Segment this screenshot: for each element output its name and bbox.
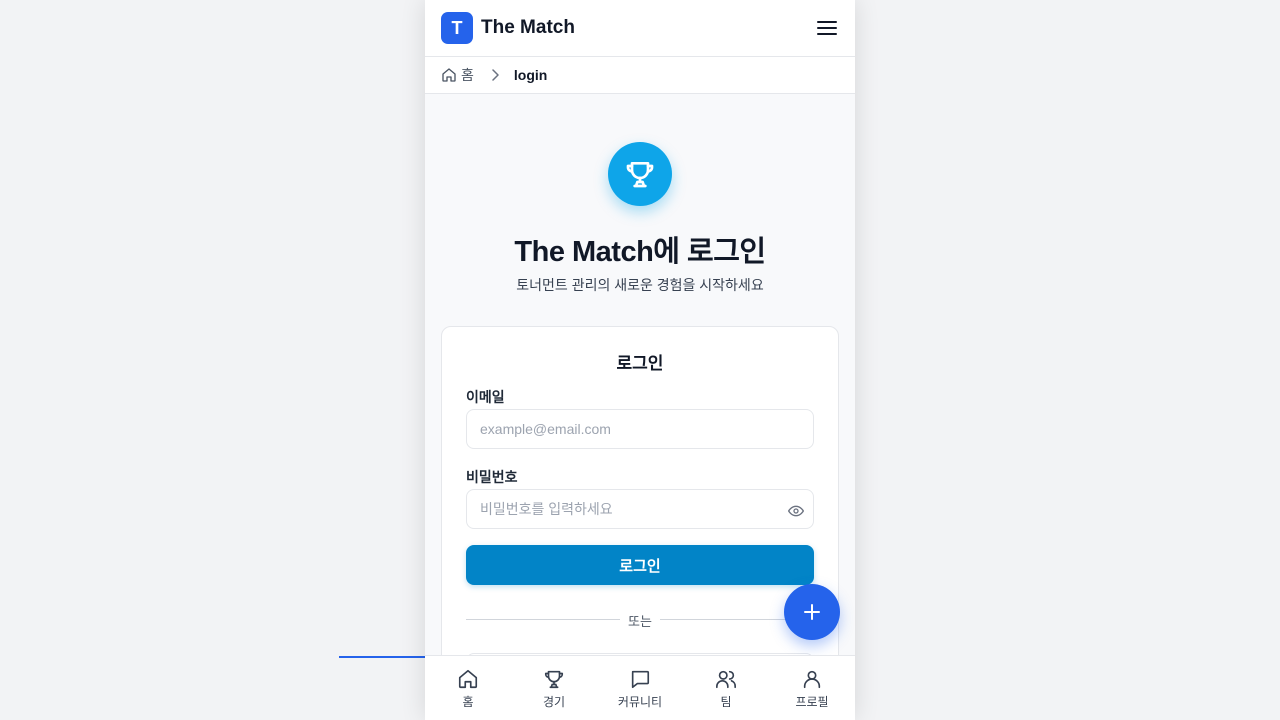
app-name: The Match bbox=[481, 17, 575, 38]
brand[interactable]: T The Match bbox=[441, 12, 575, 44]
page-subtitle: 토너먼트 관리의 새로운 경험을 시작하세요 bbox=[516, 277, 764, 293]
login-card-title: 로그인 bbox=[616, 354, 664, 373]
password-label: 비밀번호 bbox=[466, 469, 518, 485]
eye-icon bbox=[788, 505, 804, 517]
divider-text: 또는 bbox=[628, 614, 652, 629]
top-app-bar: T The Match bbox=[425, 0, 855, 57]
focus-underline bbox=[339, 656, 429, 658]
nav-item-community[interactable]: 커뮤니티 bbox=[597, 656, 683, 720]
home-icon bbox=[442, 68, 456, 82]
menu-button[interactable] bbox=[815, 16, 839, 40]
nav-label: 커뮤니티 bbox=[617, 695, 663, 709]
nav-item-team[interactable]: 팀 bbox=[683, 656, 769, 720]
trophy-icon bbox=[626, 162, 654, 188]
password-field[interactable] bbox=[466, 489, 814, 529]
nav-label: 팀 bbox=[720, 695, 732, 709]
hamburger-icon bbox=[817, 21, 837, 35]
chat-icon bbox=[631, 670, 650, 689]
app-logo: T bbox=[441, 12, 473, 44]
hero-badge bbox=[608, 142, 672, 206]
trophy-icon bbox=[544, 670, 564, 689]
breadcrumb: 홈 login bbox=[425, 57, 855, 94]
create-fab[interactable] bbox=[784, 584, 840, 640]
plus-icon bbox=[804, 604, 820, 620]
bottom-navigation: 홈 경기 커뮤니티 팀 프로필 bbox=[425, 655, 855, 720]
user-icon bbox=[803, 670, 821, 689]
nav-label: 홈 bbox=[462, 695, 474, 709]
toggle-password-visibility[interactable] bbox=[786, 501, 806, 521]
email-field[interactable] bbox=[466, 409, 814, 449]
nav-item-profile[interactable]: 프로필 bbox=[769, 656, 855, 720]
breadcrumb-home-label: 홈 bbox=[461, 67, 474, 83]
chevron-right-icon bbox=[490, 69, 500, 81]
nav-item-matches[interactable]: 경기 bbox=[511, 656, 597, 720]
page-title: The Match에 로그인 bbox=[514, 236, 766, 268]
nav-item-home[interactable]: 홈 bbox=[425, 656, 511, 720]
login-card: 로그인 이메일 비밀번호 로그인 또는 bbox=[441, 326, 839, 693]
login-button[interactable]: 로그인 bbox=[466, 545, 814, 585]
home-icon bbox=[458, 669, 478, 689]
nav-label: 경기 bbox=[542, 695, 566, 709]
email-label: 이메일 bbox=[466, 389, 505, 405]
nav-label: 프로필 bbox=[795, 695, 829, 709]
breadcrumb-home[interactable]: 홈 bbox=[441, 65, 474, 85]
breadcrumb-current: login bbox=[513, 67, 548, 83]
mobile-viewport: T The Match 홈 login The Match에 로그인 토너먼트 … bbox=[425, 0, 855, 720]
users-icon bbox=[716, 670, 736, 689]
